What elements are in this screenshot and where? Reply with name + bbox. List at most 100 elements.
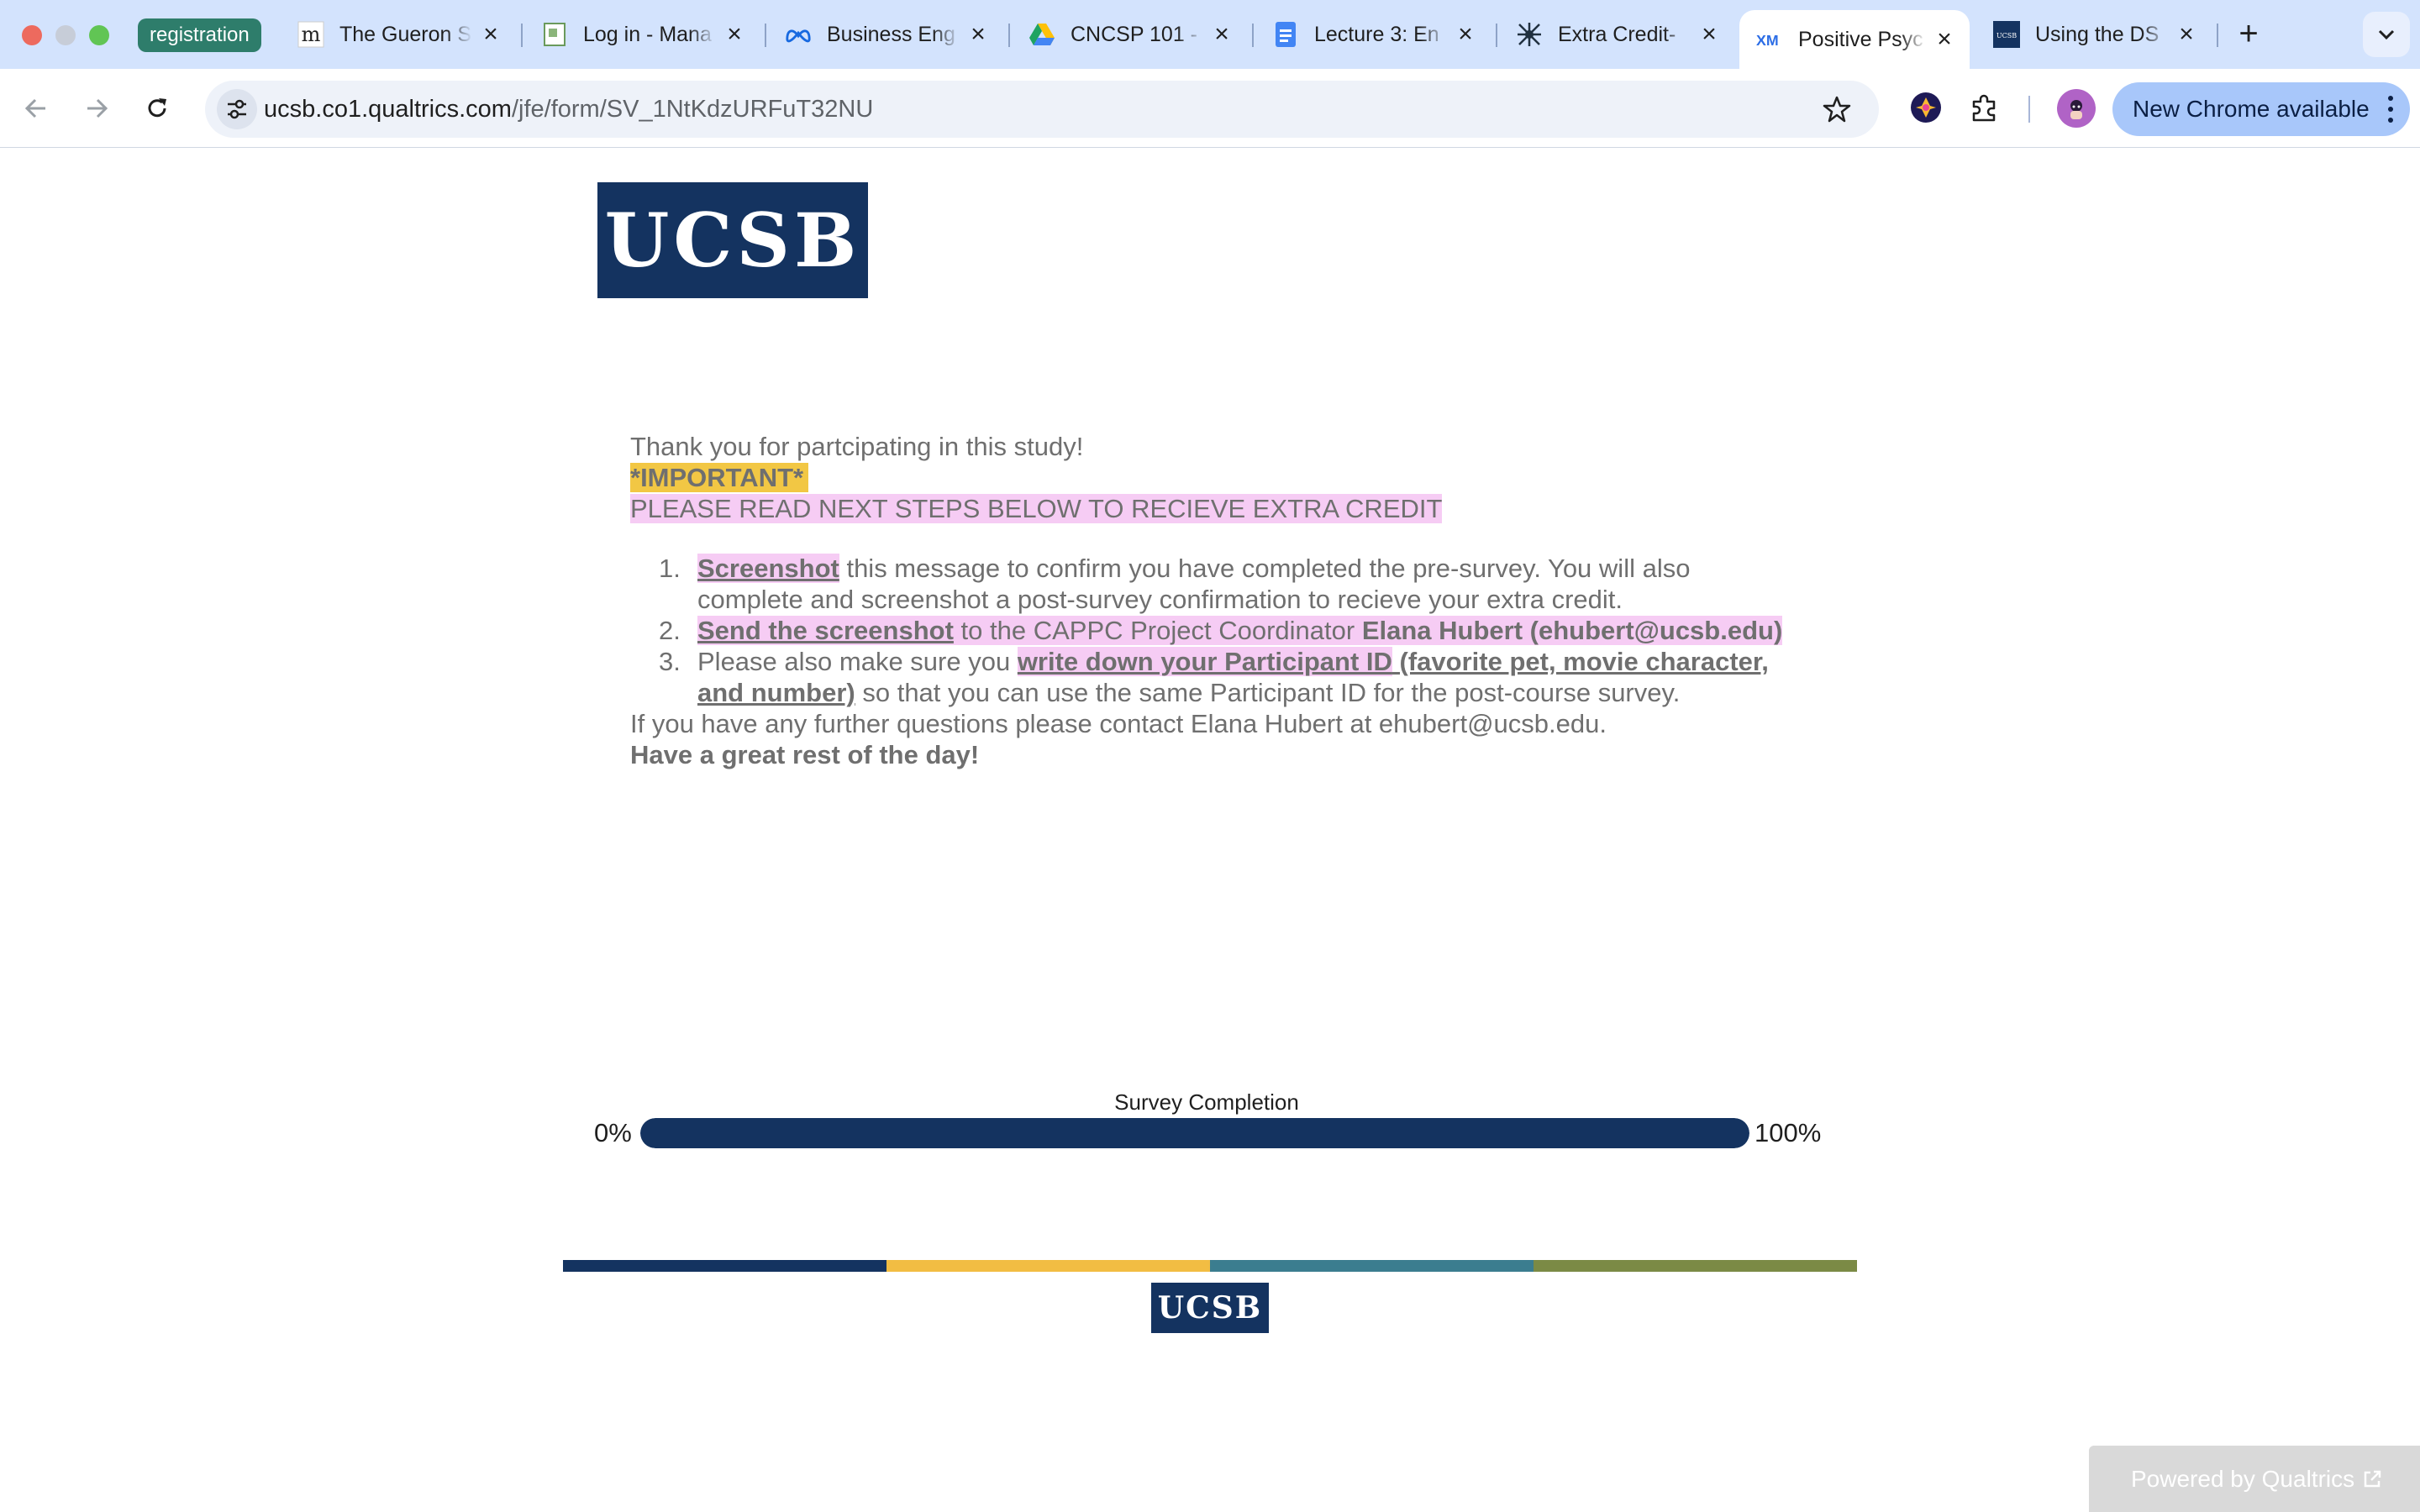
- avatar-icon: [2070, 100, 2082, 119]
- ucsb-icon: UCSB: [1993, 21, 2020, 48]
- tab-separator: [1008, 24, 1010, 47]
- list-item: 2. Send the screenshot to the CAPPC Proj…: [659, 615, 1790, 646]
- reload-icon: [148, 98, 166, 118]
- tab-separator: [521, 24, 523, 47]
- back-button[interactable]: [13, 86, 59, 131]
- coordinator-name: Elana Hubert: [1361, 616, 1523, 645]
- site-info-button[interactable]: [217, 89, 257, 129]
- color-bar-segment: [1534, 1260, 1857, 1272]
- steps-list: 1. Screenshot this message to confirm yo…: [659, 553, 1790, 708]
- important-block: *IMPORTANT* PLEASE READ NEXT STEPS BELOW…: [630, 462, 1790, 524]
- progress-label: Survey Completion: [1114, 1089, 1299, 1115]
- tab-title: Log in - Mana: [583, 22, 712, 46]
- step-number: 3.: [659, 647, 681, 676]
- chrome-update-button[interactable]: New Chrome available: [2112, 82, 2410, 136]
- step-number: 1.: [659, 554, 681, 583]
- participant-id-link: write down your Participant ID: [1017, 647, 1392, 676]
- tab-separator: [1252, 24, 1254, 47]
- progress-bar-fill: [640, 1118, 1749, 1148]
- window-maximize-button[interactable]: [89, 25, 109, 45]
- tab[interactable]: Lecture 3: En ×: [1255, 10, 1491, 59]
- profile-avatar[interactable]: [2057, 89, 2096, 128]
- tab-title: The Gueron S: [339, 22, 472, 46]
- tab-strip: registration m The Gueron S × Log in - M…: [0, 0, 2420, 69]
- read-next-steps: PLEASE READ NEXT STEPS BELOW TO RECIEVE …: [630, 494, 1443, 523]
- tab[interactable]: Log in - Mana ×: [524, 10, 760, 59]
- address-bar[interactable]: ucsb.co1.qualtrics.com/jfe/form/SV_1NtKd…: [205, 81, 1879, 138]
- survey-message: Thank you for partcipating in this study…: [630, 431, 1790, 770]
- close-tab-icon[interactable]: ×: [479, 20, 502, 48]
- progress-bar: [640, 1118, 1749, 1148]
- tab[interactable]: UCSB Using the DS ×: [1976, 10, 2212, 59]
- close-tab-icon[interactable]: ×: [1454, 20, 1477, 48]
- list-item: 1. Screenshot this message to confirm yo…: [659, 553, 1790, 615]
- step-number: 2.: [659, 616, 681, 645]
- contact-text: If you have any further questions please…: [630, 709, 1607, 738]
- svg-text:UCSB: UCSB: [1996, 32, 2017, 39]
- tab-active[interactable]: XM Positive Psyc ×: [1739, 10, 1970, 69]
- more-vert-icon[interactable]: [2386, 92, 2395, 126]
- tab-separator: [2217, 24, 2218, 47]
- tab-title: Lecture 3: En: [1314, 22, 1439, 46]
- close-tab-icon[interactable]: ×: [1697, 20, 1721, 48]
- forward-button[interactable]: [74, 86, 119, 131]
- progress-start-label: 0%: [594, 1118, 632, 1147]
- extension-icon[interactable]: [1907, 89, 1944, 126]
- tab[interactable]: Business Eng ×: [768, 10, 1003, 59]
- browser-toolbar: ucsb.co1.qualtrics.com/jfe/form/SV_1NtKd…: [0, 69, 2420, 148]
- update-label: New Chrome available: [2133, 96, 2370, 122]
- google-docs-icon: [1272, 21, 1299, 48]
- powered-by-label: Powered by Qualtrics: [2131, 1465, 2355, 1492]
- powered-by-qualtrics-link[interactable]: Powered by Qualtrics: [2089, 1446, 2420, 1512]
- url-text: ucsb.co1.qualtrics.com/jfe/form/SV_1NtKd…: [264, 81, 873, 138]
- tab[interactable]: m The Gueron S ×: [281, 10, 516, 59]
- window-minimize-button[interactable]: [55, 25, 76, 45]
- tab-title: Extra Credit-: [1558, 22, 1676, 46]
- survey-progress: Survey Completion 0% 100%: [588, 1089, 1832, 1157]
- tab-title: Using the DS: [2035, 22, 2160, 46]
- url-host: ucsb.co1.qualtrics.com: [264, 96, 512, 123]
- tab-group-chip[interactable]: registration: [138, 18, 261, 52]
- tab-title: Positive Psyc: [1798, 27, 1923, 51]
- arrow-right-icon: [87, 98, 108, 118]
- thanks-text: Thank you for partcipating in this study…: [630, 432, 1084, 461]
- meta-icon: [785, 21, 812, 48]
- tab[interactable]: CNCSP 101 - ×: [1012, 10, 1247, 59]
- new-tab-button[interactable]: +: [2232, 15, 2265, 52]
- url-path: /jfe/form/SV_1NtKdzURFuT32NU: [511, 96, 874, 123]
- window-close-button[interactable]: [22, 25, 42, 45]
- extensions-puzzle-icon[interactable]: [1966, 89, 2003, 126]
- external-link-icon: [2364, 1470, 2381, 1487]
- document-icon: [541, 21, 568, 48]
- color-bar-segment: [1210, 1260, 1534, 1272]
- footer-color-bar: [563, 1260, 1857, 1272]
- goodbye-text: Have a great rest of the day!: [630, 740, 980, 769]
- step-text: Please also make sure you: [697, 647, 1018, 676]
- list-item: 3. Please also make sure you write down …: [659, 646, 1790, 708]
- close-tab-icon[interactable]: ×: [2175, 20, 2198, 48]
- step-text: this message to confirm you have complet…: [697, 554, 1691, 614]
- progress-end-label: 100%: [1754, 1118, 1822, 1147]
- close-tab-icon[interactable]: ×: [1933, 25, 1956, 53]
- svg-text:XM: XM: [1756, 32, 1779, 49]
- coordinator-email: (ehubert@ucsb.edu): [1529, 616, 1783, 645]
- close-tab-icon[interactable]: ×: [1210, 20, 1234, 48]
- reload-button[interactable]: [134, 86, 180, 131]
- color-bar-segment: [886, 1260, 1210, 1272]
- close-tab-icon[interactable]: ×: [966, 20, 990, 48]
- important-label: *IMPORTANT*: [630, 463, 809, 492]
- network-icon: [1516, 21, 1543, 48]
- tab-search-button[interactable]: [2363, 12, 2410, 57]
- tab[interactable]: Extra Credit- ×: [1499, 10, 1734, 59]
- tab-title: Business Eng: [827, 22, 955, 46]
- screenshot-link: Screenshot: [697, 554, 839, 583]
- tab-separator: [765, 24, 766, 47]
- m-letter-icon: m: [297, 21, 324, 48]
- close-tab-icon[interactable]: ×: [723, 20, 746, 48]
- browser-chrome: registration m The Gueron S × Log in - M…: [0, 0, 2420, 148]
- tab-separator: [1496, 24, 1497, 47]
- chevron-down-icon: [2378, 29, 2395, 40]
- step-text: so that you can use the same Participant…: [855, 678, 1681, 707]
- color-bar-segment: [563, 1260, 886, 1272]
- bookmark-star-icon[interactable]: [1818, 91, 1855, 128]
